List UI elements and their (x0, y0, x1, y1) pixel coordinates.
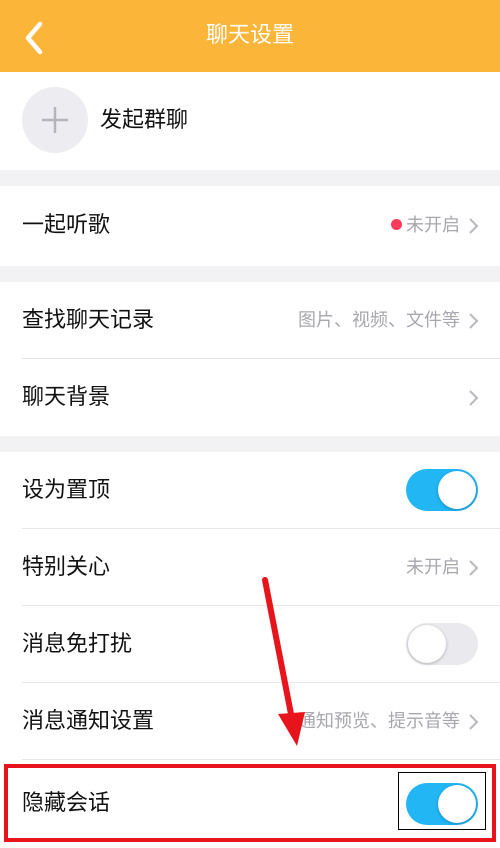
notification-settings-row[interactable]: 消息通知设置 通知预览、提示音等 (0, 683, 500, 760)
notification-settings-hint: 通知预览、提示音等 (298, 711, 460, 732)
start-group-chat-row[interactable]: 发起群聊 (0, 72, 500, 170)
special-care-status: 未开启 (406, 557, 460, 578)
status-dot-icon (391, 219, 402, 230)
listen-together-status-text: 未开启 (406, 215, 460, 236)
listen-together-label: 一起听歌 (22, 213, 111, 238)
do-not-disturb-label: 消息免打扰 (22, 632, 133, 657)
special-care-label: 特别关心 (22, 555, 111, 580)
group-chat-section: 发起群聊 (0, 72, 500, 170)
start-group-chat-label: 发起群聊 (100, 108, 189, 133)
plus-icon (42, 107, 68, 133)
chat-history-section: 查找聊天记录 图片、视频、文件等 聊天背景 (0, 282, 500, 436)
listen-together-row[interactable]: 一起听歌 未开启 (0, 186, 500, 266)
chat-options-section: 设为置顶 特别关心 未开启 消息免打扰 消息通知设置 通知预览、提示音等 隐藏会… (0, 452, 500, 848)
chevron-right-icon (469, 714, 479, 730)
notification-settings-label: 消息通知设置 (22, 709, 155, 734)
add-member-button[interactable] (22, 87, 88, 153)
search-history-hint: 图片、视频、文件等 (298, 310, 460, 331)
chevron-right-icon (469, 390, 479, 406)
chat-background-label: 聊天背景 (22, 385, 111, 410)
do-not-disturb-row: 消息免打扰 (0, 606, 500, 683)
hide-conversation-label: 隐藏会话 (22, 791, 111, 816)
chevron-right-icon (469, 218, 479, 234)
pin-chat-label: 设为置顶 (22, 478, 111, 503)
toggle-knob (408, 625, 446, 663)
hide-conversation-toggle[interactable] (406, 783, 478, 825)
pin-chat-row: 设为置顶 (0, 452, 500, 529)
hide-conversation-row: 隐藏会话 (0, 760, 500, 848)
chat-settings-screen: 聊天设置 发起群聊 一起听歌 未开启 查找聊天记录 图片、视频、文件等 聊天背景… (0, 0, 500, 848)
toggle-knob (438, 785, 476, 823)
search-history-row[interactable]: 查找聊天记录 图片、视频、文件等 (0, 282, 500, 359)
page-title: 聊天设置 (205, 23, 294, 48)
pin-chat-toggle[interactable] (406, 469, 478, 511)
listen-together-section: 一起听歌 未开启 (0, 186, 500, 266)
special-care-row[interactable]: 特别关心 未开启 (0, 529, 500, 606)
chevron-right-icon (469, 313, 479, 329)
listen-together-status: 未开启 (391, 186, 460, 266)
chevron-right-icon (469, 560, 479, 576)
toggle-knob (438, 471, 476, 509)
search-history-label: 查找聊天记录 (22, 308, 155, 333)
chat-background-row[interactable]: 聊天背景 (0, 359, 500, 436)
do-not-disturb-toggle[interactable] (406, 623, 478, 665)
header-bar: 聊天设置 (0, 0, 500, 72)
